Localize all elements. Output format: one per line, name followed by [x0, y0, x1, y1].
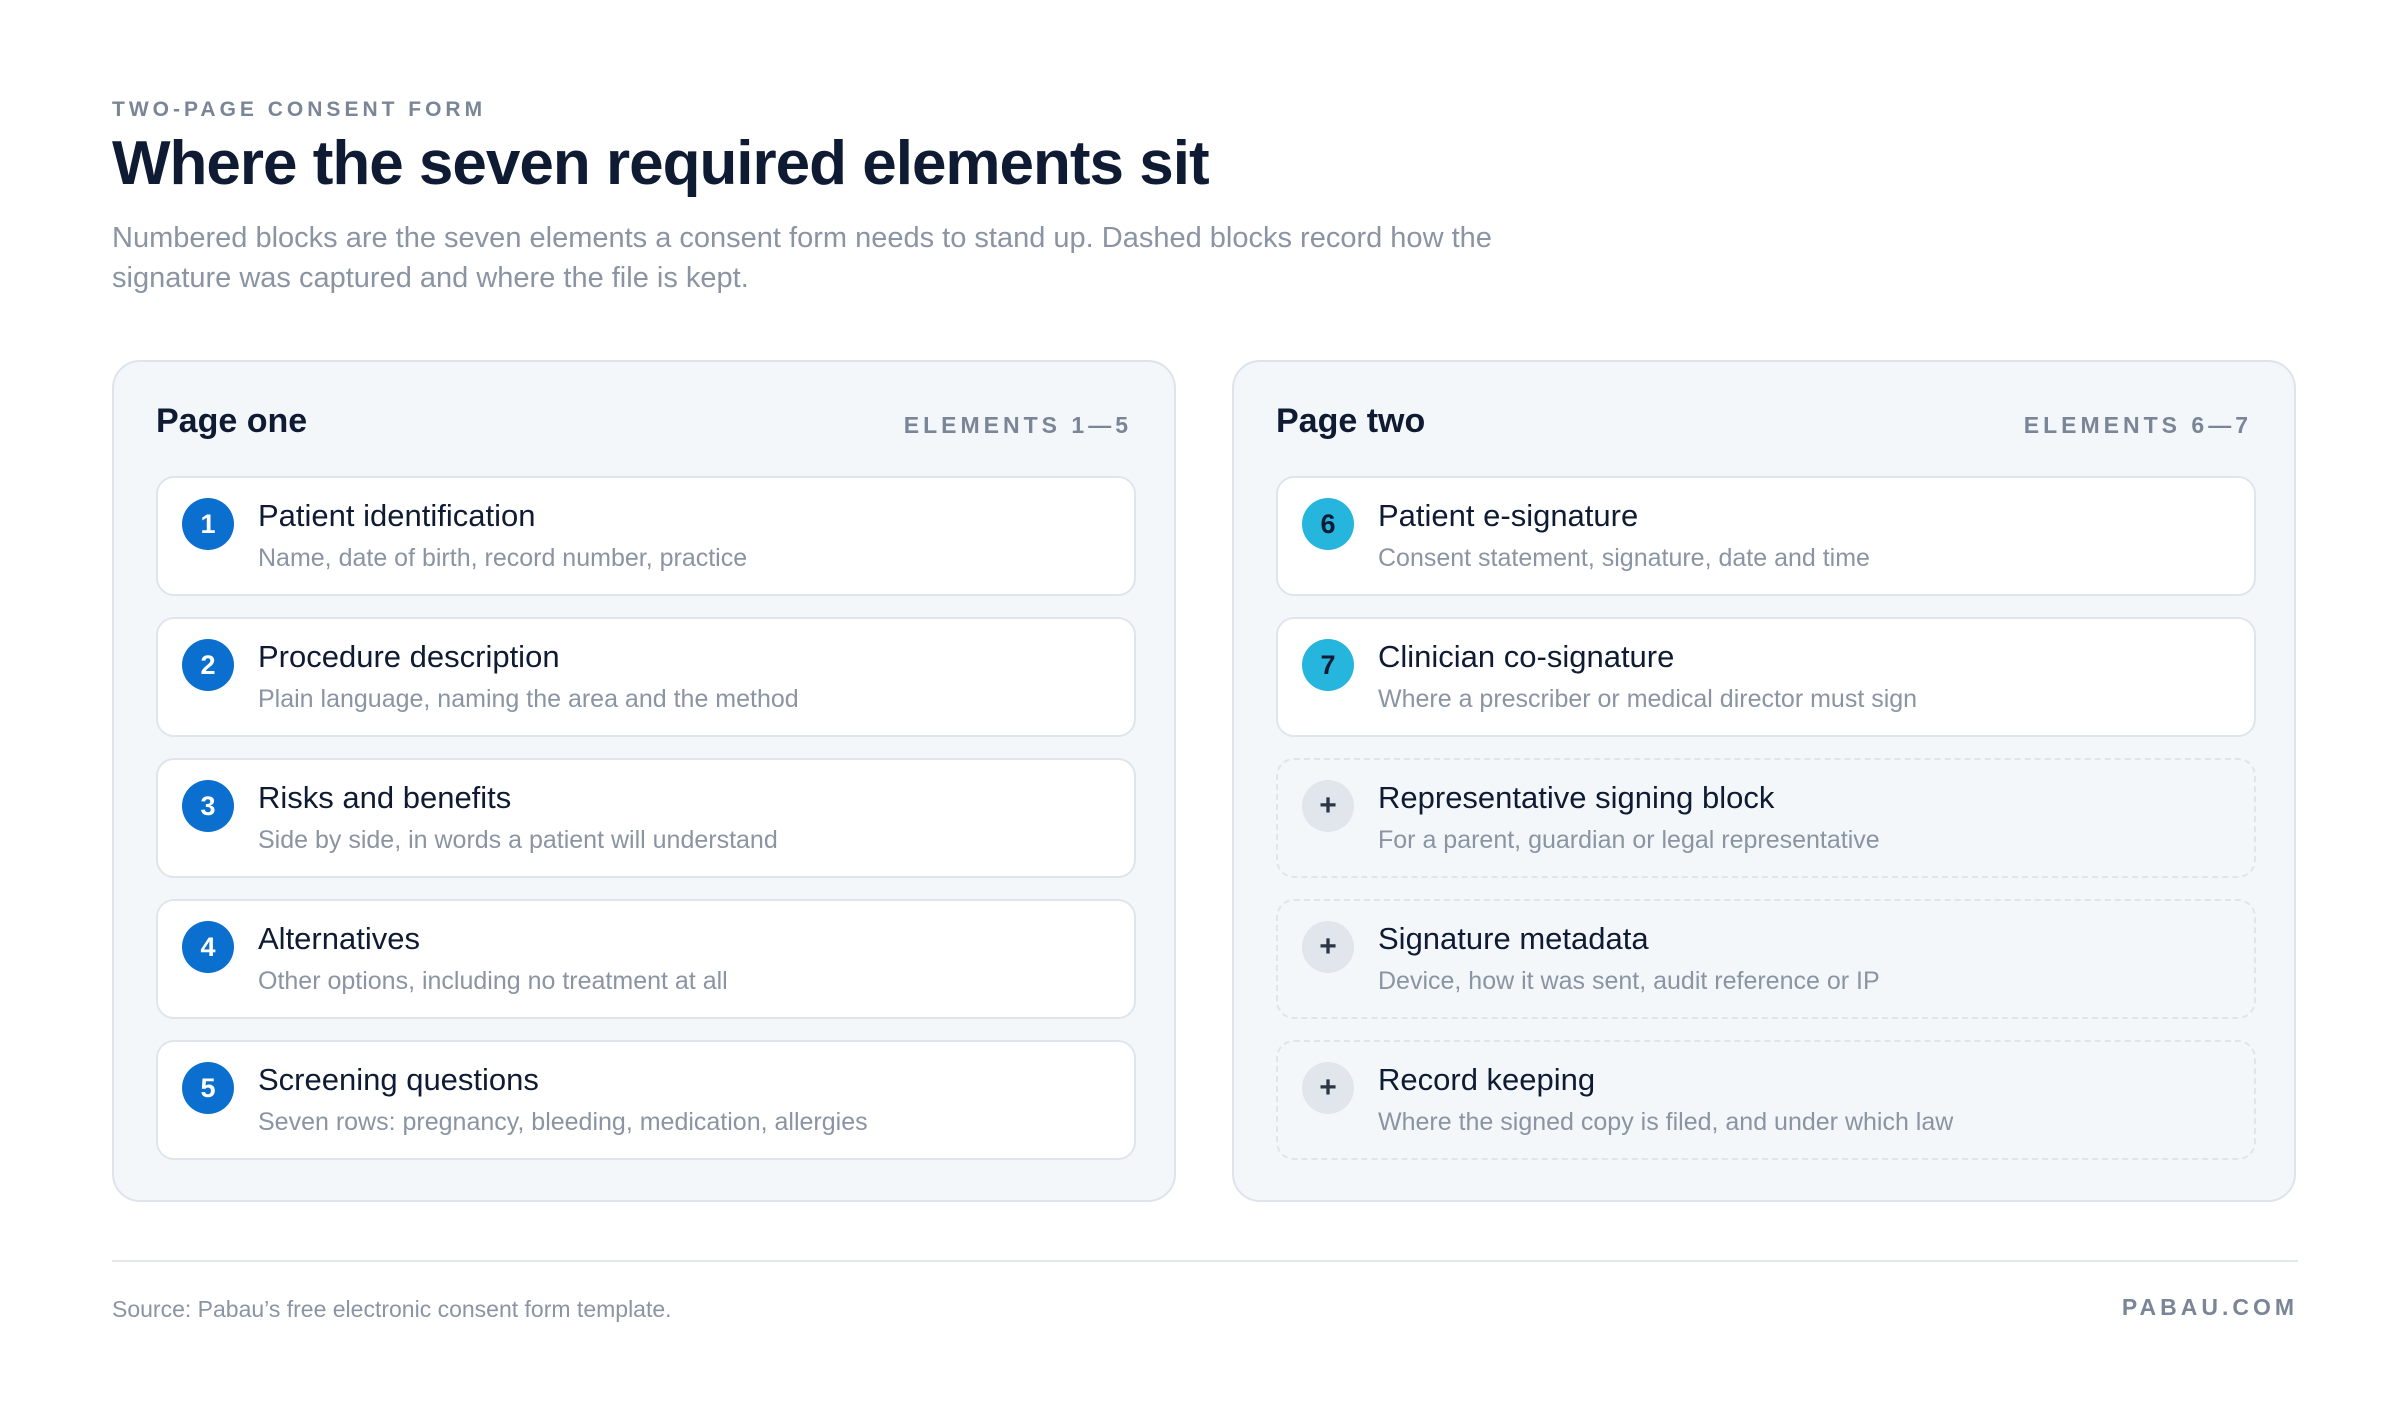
page-subtitle: Numbered blocks are the seven elements a…	[112, 222, 1492, 294]
element-title: Representative signing block	[1378, 780, 1775, 815]
element-description: Side by side, in words a patient will un…	[258, 826, 778, 854]
page-two-panel: Page two ELEMENTS 6—7 6 Patient e-signat…	[1232, 360, 2296, 1202]
source-note: Source: Pabau’s free electronic consent …	[112, 1296, 672, 1322]
element-title: Record keeping	[1378, 1062, 1596, 1097]
number-badge: 1	[182, 498, 234, 550]
panel-range-label: ELEMENTS 6—7	[2023, 412, 2252, 438]
element-description: For a parent, guardian or legal represen…	[1378, 826, 1880, 854]
number-badge: 6	[1302, 498, 1354, 550]
element-card-5: 5 Screening questions Seven rows: pregna…	[156, 1040, 1136, 1160]
element-description: Plain language, naming the area and the …	[258, 685, 799, 713]
element-description: Other options, including no treatment at…	[258, 967, 728, 995]
element-title: Signature metadata	[1378, 921, 1649, 956]
element-title: Patient identification	[258, 498, 536, 533]
optional-card-metadata: + Signature metadata Device, how it was …	[1276, 899, 2256, 1019]
element-card-4: 4 Alternatives Other options, including …	[156, 899, 1136, 1019]
element-card-2: 2 Procedure description Plain language, …	[156, 617, 1136, 737]
number-badge: 4	[182, 921, 234, 973]
element-card-3: 3 Risks and benefits Side by side, in wo…	[156, 758, 1136, 878]
optional-card-record-keeping: + Record keeping Where the signed copy i…	[1276, 1040, 2256, 1160]
element-description: Where a prescriber or medical director m…	[1378, 685, 1918, 713]
element-title: Clinician co-signature	[1378, 639, 1675, 674]
panel-title: Page one	[156, 402, 308, 440]
element-card-7: 7 Clinician co-signature Where a prescri…	[1276, 617, 2256, 737]
number-badge: 3	[182, 780, 234, 832]
element-description: Consent statement, signature, date and t…	[1378, 544, 1870, 572]
panel-title: Page two	[1276, 402, 1426, 440]
plus-icon: +	[1302, 1062, 1354, 1114]
element-description: Device, how it was sent, audit reference…	[1378, 967, 1880, 995]
element-card-6: 6 Patient e-signature Consent statement,…	[1276, 476, 2256, 596]
eyebrow-label: TWO-PAGE CONSENT FORM	[112, 98, 487, 121]
plus-icon: +	[1302, 921, 1354, 973]
element-title: Procedure description	[258, 639, 560, 674]
brand-logo: PABAU.COM	[2121, 1294, 2298, 1320]
element-title: Screening questions	[258, 1062, 539, 1097]
number-badge: 2	[182, 639, 234, 691]
panel-range-label: ELEMENTS 1—5	[903, 412, 1132, 438]
element-description: Where the signed copy is filed, and unde…	[1378, 1108, 1954, 1136]
plus-icon: +	[1302, 780, 1354, 832]
page-title: Where the seven required elements sit	[112, 129, 1210, 198]
number-badge: 5	[182, 1062, 234, 1114]
element-title: Risks and benefits	[258, 780, 512, 815]
optional-card-representative: + Representative signing block For a par…	[1276, 758, 2256, 878]
element-card-1: 1 Patient identification Name, date of b…	[156, 476, 1136, 596]
element-title: Patient e-signature	[1378, 498, 1639, 533]
page-one-panel: Page one ELEMENTS 1—5 1 Patient identifi…	[112, 360, 1176, 1202]
element-description: Seven rows: pregnancy, bleeding, medicat…	[258, 1108, 868, 1136]
number-badge: 7	[1302, 639, 1354, 691]
element-title: Alternatives	[258, 921, 420, 956]
footer-divider	[112, 1260, 2298, 1262]
element-description: Name, date of birth, record number, prac…	[258, 544, 748, 572]
